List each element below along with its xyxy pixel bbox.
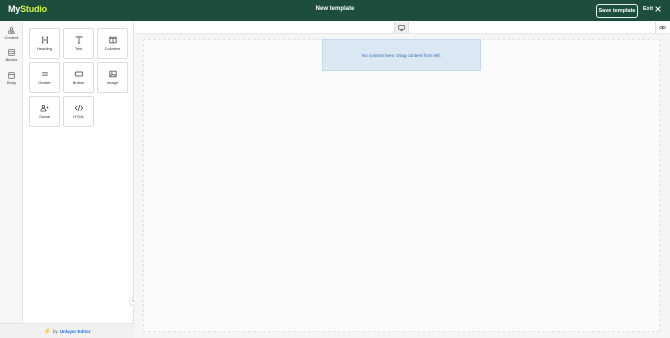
exit-button[interactable]: Exit [643,6,661,12]
tool-text[interactable]: Text [63,28,94,59]
divider-icon [41,72,48,76]
tool-heading[interactable]: Heading [29,28,60,59]
heading-icon [41,36,48,44]
blocks-icon [8,49,15,56]
sidebar-rail: Content Blocks Body [0,21,23,338]
body-icon [8,72,15,79]
sidebar-item-label: Blocks [5,57,18,62]
desktop-view-button[interactable] [394,22,409,33]
tool-label: Button [72,80,85,85]
unlayer-editor-link[interactable]: Unlayer Editor [60,329,91,334]
bolt-icon: ⚡ [43,328,51,335]
sidebar-item-blocks[interactable]: Blocks [0,49,23,62]
page-title: New template [315,6,355,12]
monitor-icon [398,24,405,31]
tool-label: Social [39,114,50,119]
tool-columns[interactable]: Columns [97,28,128,59]
sidebar-item-label: Content [4,35,19,40]
social-icon [40,104,49,112]
tools-panel: Heading Text Columns Divider Button Imag… [23,21,134,338]
top-bar: MyStudio New template Save template Exit [0,0,670,21]
empty-message: No content here. Drag content from left. [361,52,442,58]
preview-button[interactable] [655,22,669,33]
tool-html[interactable]: HTML [63,96,94,127]
tool-button[interactable]: Button [63,62,94,93]
sidebar-item-body[interactable]: Body [0,72,23,85]
button-icon [74,71,83,77]
email-body[interactable] [143,39,660,332]
tool-label: HTML [73,114,84,119]
tool-label: Columns [104,46,121,51]
tool-image[interactable]: Image [97,62,128,93]
footer-by-text: by [52,328,58,334]
tool-divider[interactable]: Divider [29,62,60,93]
sidebar-item-label: Body [6,80,17,85]
code-icon [74,105,83,111]
tool-label: Image [106,80,119,85]
save-template-button[interactable]: Save template [596,4,638,18]
close-icon [655,6,661,12]
eye-icon [659,25,666,30]
columns-icon [109,36,116,44]
shapes-icon [8,27,15,34]
powered-by-footer: ⚡ by Unlayer Editor [0,323,134,338]
tool-label: Text [74,46,83,51]
text-icon [75,36,82,44]
exit-label: Exit [643,6,654,12]
tool-social[interactable]: Social [29,96,60,127]
tool-label: Heading [37,46,52,51]
empty-dropzone[interactable]: No content here. Drag content from left. [322,39,481,71]
tool-label: Divider [38,80,51,85]
sidebar-item-content[interactable]: Content [0,27,23,40]
image-icon [109,70,116,78]
